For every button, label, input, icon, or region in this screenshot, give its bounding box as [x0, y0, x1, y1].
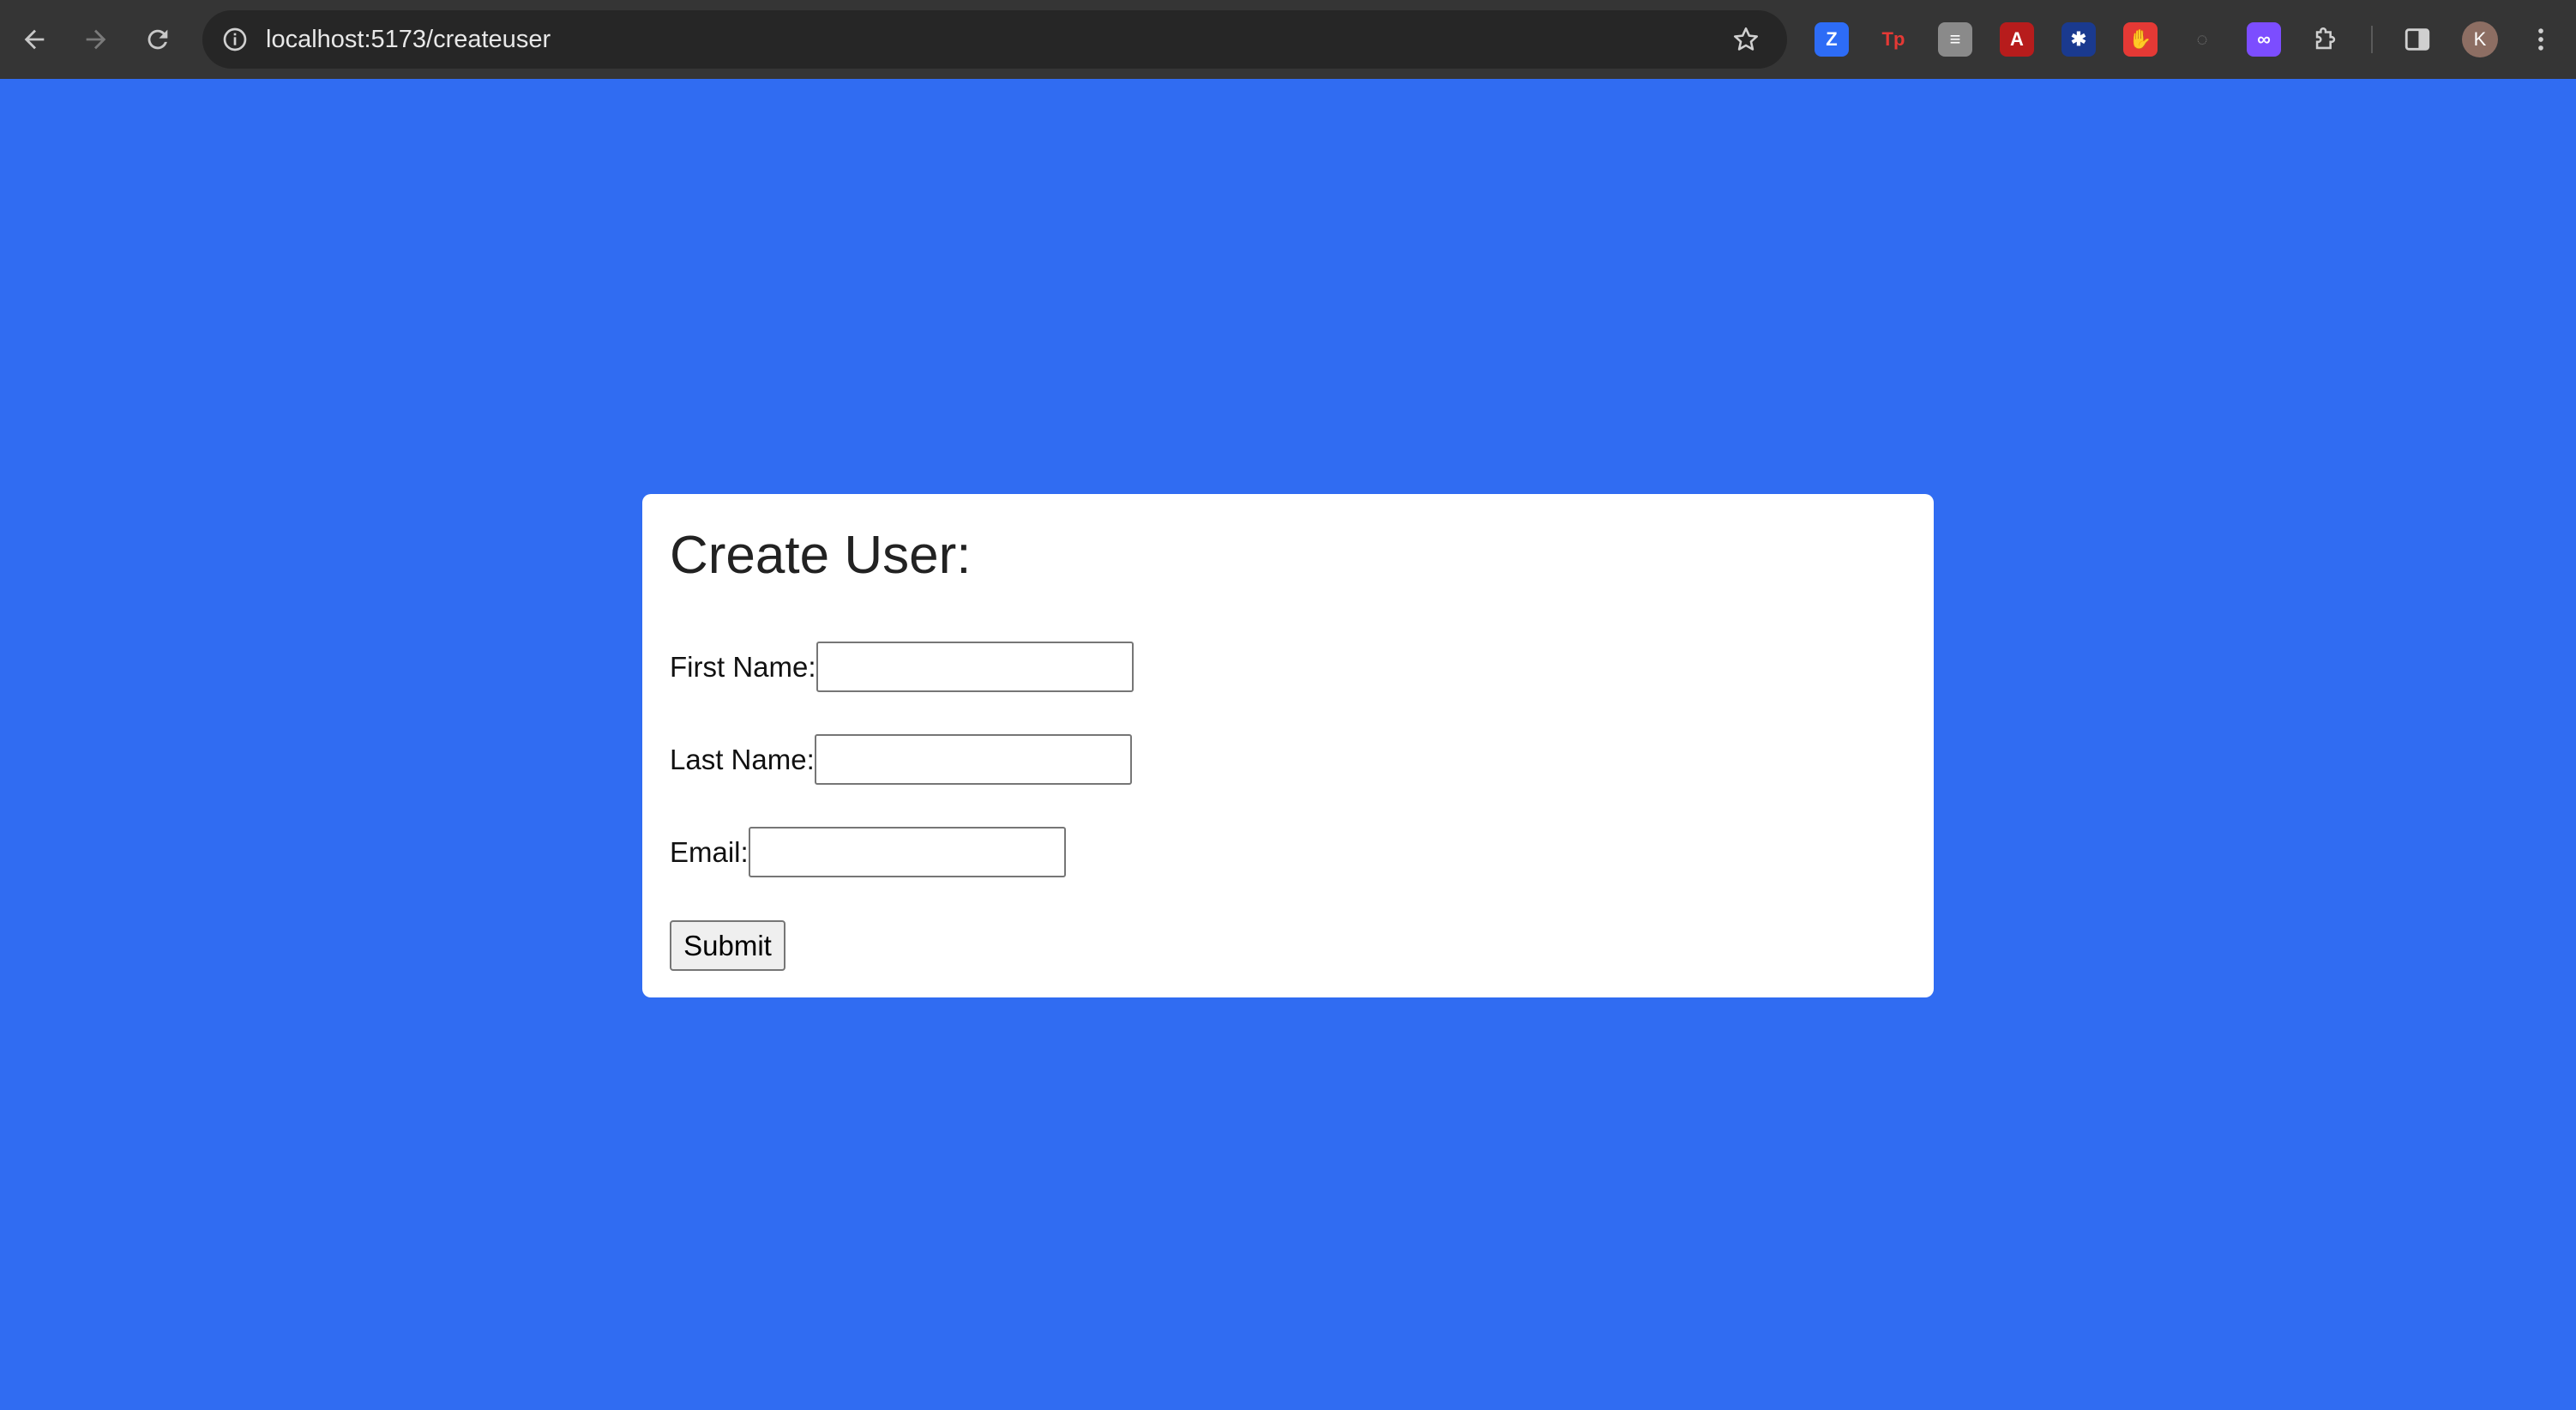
site-info-icon[interactable] — [218, 22, 252, 57]
acrobat-extension-icon[interactable]: A — [2000, 22, 2034, 57]
kebab-menu-icon — [2538, 28, 2543, 51]
forward-button[interactable] — [75, 19, 117, 60]
extensions-button[interactable] — [2305, 19, 2346, 60]
submit-button[interactable]: Submit — [670, 920, 785, 971]
page-title: Create User: — [670, 526, 972, 585]
last-name-input[interactable] — [814, 734, 1132, 785]
purple-extension-icon[interactable]: ∞ — [2247, 22, 2281, 57]
puzzle-icon — [2315, 27, 2336, 50]
toolbar-divider — [2371, 26, 2373, 53]
bookmark-star-icon[interactable] — [1729, 22, 1763, 57]
blocker-extension-icon[interactable]: ✋ — [2123, 22, 2158, 57]
translate-extension-icon[interactable]: ✱ — [2061, 22, 2096, 57]
side-panel-button[interactable] — [2397, 19, 2438, 60]
more-menu-button[interactable] — [2523, 21, 2559, 57]
screenshot-extension-icon[interactable]: ◌ — [2185, 22, 2219, 57]
last-name-label: Last Name: — [670, 743, 815, 775]
browser-toolbar: localhost:5173/createuser Z Tp ≡ A ✱ ✋ ◌ ∞ K — [0, 0, 2576, 79]
first-name-label: First Name: — [670, 650, 816, 683]
reload-icon — [147, 29, 168, 50]
zoom-extension-icon[interactable]: Z — [1815, 22, 1849, 57]
email-input[interactable] — [748, 827, 1066, 877]
side-panel-icon — [2404, 28, 2430, 51]
arrow-right-icon — [86, 29, 106, 50]
address-bar[interactable]: localhost:5173/createuser — [202, 10, 1787, 69]
url-text: localhost:5173/createuser — [266, 26, 551, 53]
create-user-card: Create User: First Name: Last Name: Emai… — [642, 494, 1934, 997]
first-name-row: First Name: — [670, 642, 1134, 692]
reload-button[interactable] — [137, 19, 178, 60]
email-label: Email: — [670, 835, 749, 868]
last-name-row: Last Name: — [670, 734, 1132, 785]
first-name-input[interactable] — [816, 642, 1134, 692]
back-button[interactable] — [14, 19, 55, 60]
email-row: Email: — [670, 827, 1066, 877]
profile-avatar[interactable]: K — [2462, 21, 2498, 57]
arrow-left-icon — [24, 29, 45, 50]
notes-extension-icon[interactable]: ≡ — [1938, 22, 1972, 57]
tp-extension-icon[interactable]: Tp — [1876, 22, 1911, 57]
